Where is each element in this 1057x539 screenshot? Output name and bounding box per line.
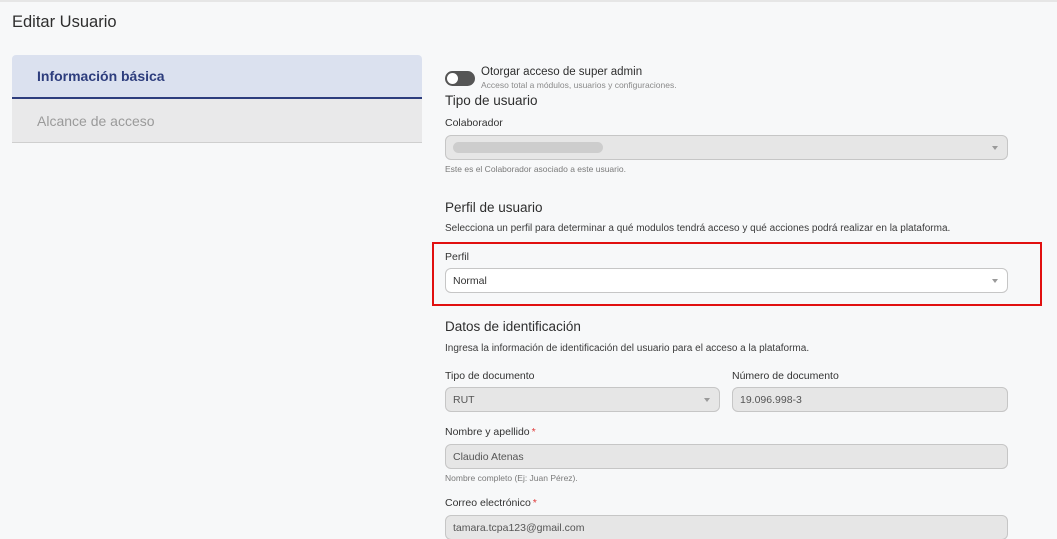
nav-item-alcance-acceso[interactable]: Alcance de acceso (12, 99, 422, 143)
chevron-down-icon (992, 146, 998, 150)
section-title-identificacion: Datos de identificación (445, 319, 581, 334)
perfil-usuario-description: Selecciona un perfil para determinar a q… (445, 223, 951, 234)
tipo-documento-select[interactable]: RUT (445, 387, 720, 412)
super-admin-label: Otorgar acceso de super admin (481, 66, 643, 78)
colaborador-label: Colaborador (445, 117, 503, 129)
tipo-documento-label: Tipo de documento (445, 370, 535, 382)
numero-documento-value: 19.096.998-3 (740, 393, 802, 406)
colaborador-select[interactable] (445, 135, 1008, 160)
perfil-highlight-box (432, 242, 1042, 306)
identificacion-description: Ingresa la información de identificación… (445, 343, 810, 354)
top-divider (0, 0, 1057, 2)
correo-value: tamara.tcpa123@gmail.com (453, 521, 585, 534)
section-nav: Información básica Alcance de acceso (12, 55, 422, 143)
numero-documento-label: Número de documento (732, 370, 839, 382)
required-mark: * (531, 426, 536, 438)
chevron-down-icon (704, 398, 710, 402)
numero-documento-input[interactable]: 19.096.998-3 (732, 387, 1008, 412)
tipo-documento-value: RUT (453, 393, 475, 406)
section-title-tipo-usuario: Tipo de usuario (445, 93, 538, 108)
nombre-label-text: Nombre y apellido (445, 426, 530, 438)
section-title-perfil-usuario: Perfil de usuario (445, 200, 543, 215)
toggle-knob (447, 73, 458, 84)
correo-label: Correo electrónico * (445, 497, 537, 509)
nombre-input[interactable]: Claudio Atenas (445, 444, 1008, 469)
nombre-label: Nombre y apellido * (445, 426, 536, 438)
nav-item-informacion-basica[interactable]: Información básica (12, 55, 422, 99)
colaborador-help: Este es el Colaborador asociado a este u… (445, 164, 626, 174)
page-title: Editar Usuario (12, 13, 117, 31)
colaborador-value-redacted (453, 142, 603, 153)
correo-input[interactable]: tamara.tcpa123@gmail.com (445, 515, 1008, 539)
nombre-help: Nombre completo (Ej: Juan Pérez). (445, 473, 578, 483)
nombre-value: Claudio Atenas (453, 450, 524, 463)
super-admin-help: Acceso total a módulos, usuarios y confi… (481, 80, 677, 90)
required-mark: * (532, 497, 537, 509)
correo-label-text: Correo electrónico (445, 497, 531, 509)
super-admin-toggle[interactable] (445, 71, 475, 86)
